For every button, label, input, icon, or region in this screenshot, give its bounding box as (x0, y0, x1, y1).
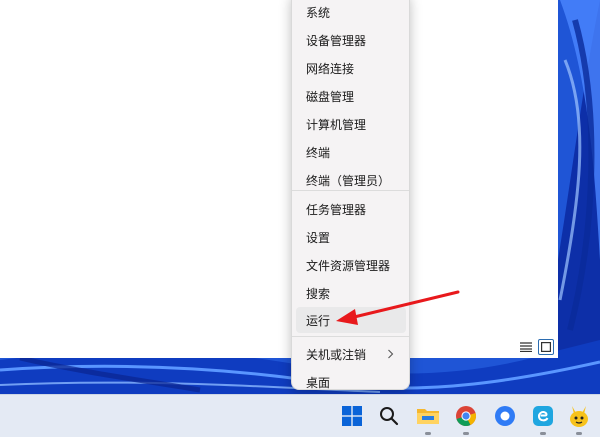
taskbar (0, 394, 600, 437)
running-indicator (540, 432, 546, 435)
file-explorer-icon[interactable] (415, 403, 441, 435)
search-icon[interactable] (376, 403, 402, 429)
chrome-icon[interactable] (453, 403, 479, 435)
browser-app-icon[interactable] (492, 403, 518, 429)
app-mascot-icon[interactable] (566, 403, 592, 435)
running-indicator (576, 432, 582, 435)
windows-start-icon[interactable] (339, 403, 365, 429)
red-arrow-annotation (336, 290, 460, 325)
edge-icon[interactable] (530, 403, 556, 435)
running-indicator (425, 432, 431, 435)
running-indicator (463, 432, 469, 435)
